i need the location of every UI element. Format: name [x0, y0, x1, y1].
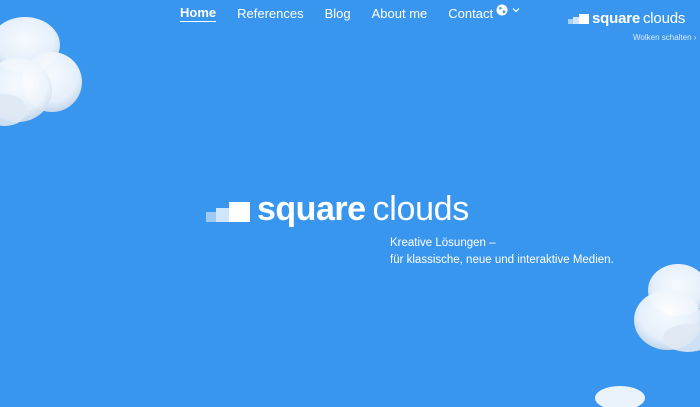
- cloud-decoration-bottom: [595, 386, 645, 407]
- hero-logo: square clouds: [206, 192, 469, 226]
- nav-home[interactable]: Home: [180, 5, 217, 22]
- tagline-line-2: für klassische, neue und interaktive Med…: [390, 254, 614, 266]
- logo-word-clouds: clouds: [643, 10, 686, 27]
- squares-logo-icon: [206, 202, 250, 222]
- hero-word-clouds: clouds: [372, 190, 470, 228]
- cloud-toggle-link[interactable]: Wolken schalten ›: [633, 33, 696, 42]
- tagline-line-1: Kreative Lösungen –: [390, 237, 496, 249]
- cloud-decoration-right: [634, 264, 700, 352]
- main-nav: Home References Blog About me Contact: [180, 4, 493, 22]
- hero-tagline: Kreative Lösungen – für klassische, neue…: [390, 235, 614, 269]
- language-selector[interactable]: [496, 4, 520, 16]
- hero-word-square: square: [257, 190, 366, 228]
- squares-logo-icon: [568, 13, 589, 24]
- nav-references[interactable]: References: [237, 6, 303, 21]
- nav-blog[interactable]: Blog: [325, 6, 351, 21]
- nav-about-me[interactable]: About me: [372, 6, 428, 21]
- logo-word-square: square: [592, 10, 640, 27]
- chevron-down-icon: [512, 8, 520, 13]
- globe-icon: [496, 4, 508, 16]
- nav-contact[interactable]: Contact: [448, 6, 493, 21]
- header-logo[interactable]: square clouds: [568, 11, 685, 26]
- cloud-decoration-top-left: [0, 17, 82, 126]
